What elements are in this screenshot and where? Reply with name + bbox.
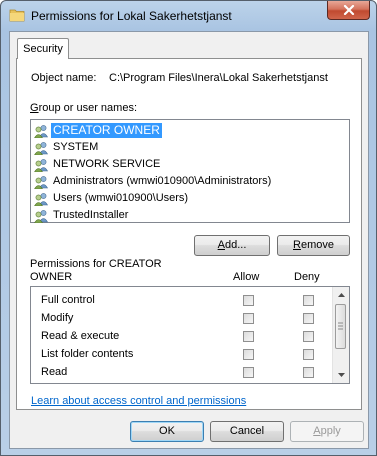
object-name-value: C:\Program Files\Inera\Lokal Sakerhetstj… bbox=[109, 72, 328, 84]
scroll-up-arrow[interactable] bbox=[333, 287, 349, 303]
user-name: CREATOR OWNER bbox=[51, 123, 162, 138]
deny-checkbox[interactable] bbox=[303, 349, 314, 360]
scroll-thumb[interactable] bbox=[335, 304, 346, 349]
deny-column-header: Deny bbox=[294, 271, 320, 283]
permission-name: Modify bbox=[41, 312, 74, 324]
chevron-up-icon bbox=[337, 293, 345, 297]
dialog-body: Security Object name: C:\Program Files\I… bbox=[9, 31, 369, 449]
ok-button[interactable]: OK bbox=[130, 421, 204, 442]
user-name: SYSTEM bbox=[53, 141, 99, 153]
user-list-item[interactable]: NETWORK SERVICE bbox=[33, 156, 347, 173]
learn-access-control-link[interactable]: Learn about access control and permissio… bbox=[31, 395, 246, 407]
allow-checkbox[interactable] bbox=[243, 367, 254, 378]
permissions-dialog: Permissions for Lokal Sakerhetstjanst Se… bbox=[0, 0, 377, 456]
user-name: Users (wmwi010900\Users) bbox=[53, 192, 189, 204]
user-list-item[interactable]: Administrators (wmwi010900\Administrator… bbox=[33, 173, 347, 190]
permission-name: List folder contents bbox=[41, 348, 134, 360]
deny-checkbox[interactable] bbox=[303, 313, 314, 324]
permissions-scrollbar[interactable] bbox=[332, 287, 349, 383]
user-list-item[interactable]: TrustedInstaller bbox=[33, 207, 347, 224]
user-group-icon bbox=[34, 175, 49, 189]
group-user-label: Group or user names: bbox=[30, 102, 137, 114]
allow-checkbox[interactable] bbox=[243, 331, 254, 342]
tab-security[interactable]: Security bbox=[17, 38, 69, 59]
user-name: Administrators (wmwi010900\Administrator… bbox=[53, 175, 272, 187]
permission-row: Modify bbox=[31, 310, 331, 328]
user-list-item[interactable]: CREATOR OWNER bbox=[33, 122, 347, 139]
close-button[interactable] bbox=[327, 1, 370, 20]
permission-row-partial bbox=[31, 382, 331, 383]
remove-button[interactable]: Remove bbox=[277, 235, 350, 256]
add-button[interactable]: Add... bbox=[194, 235, 270, 256]
user-group-icon bbox=[34, 192, 49, 206]
permission-name: Read & execute bbox=[41, 330, 120, 342]
grip-icon bbox=[338, 322, 343, 330]
allow-checkbox[interactable] bbox=[243, 349, 254, 360]
deny-checkbox[interactable] bbox=[303, 295, 314, 306]
permission-row: Full control bbox=[31, 292, 331, 310]
permissions-for-label-line2: OWNER bbox=[30, 271, 73, 283]
permission-name: Full control bbox=[41, 294, 95, 306]
apply-button[interactable]: Apply bbox=[290, 421, 364, 442]
scroll-down-arrow[interactable] bbox=[333, 367, 349, 383]
user-list-item[interactable]: Users (wmwi010900\Users) bbox=[33, 190, 347, 207]
user-group-icon bbox=[34, 124, 49, 138]
user-name: NETWORK SERVICE bbox=[53, 158, 161, 170]
user-name: TrustedInstaller bbox=[53, 209, 129, 221]
allow-checkbox[interactable] bbox=[243, 313, 254, 324]
object-name-label: Object name: bbox=[31, 72, 97, 84]
permissions-list[interactable]: Full control Modify Read & execute List fol… bbox=[30, 286, 350, 384]
allow-column-header: Allow bbox=[233, 271, 260, 283]
user-group-icon bbox=[34, 158, 49, 172]
user-list-item[interactable]: SYSTEM bbox=[33, 139, 347, 156]
allow-checkbox[interactable] bbox=[243, 295, 254, 306]
close-icon bbox=[343, 5, 354, 15]
security-panel: Object name: C:\Program Files\Inera\Loka… bbox=[16, 58, 362, 410]
user-group-icon bbox=[34, 209, 49, 223]
deny-checkbox[interactable] bbox=[303, 367, 314, 378]
folder-icon bbox=[9, 9, 25, 22]
permissions-for-label-line1: Permissions for CREATOR bbox=[30, 258, 162, 270]
permission-row: Read bbox=[31, 364, 331, 382]
user-group-icon bbox=[34, 141, 49, 155]
chevron-down-icon bbox=[337, 373, 345, 377]
permission-row: Read & execute bbox=[31, 328, 331, 346]
window-title: Permissions for Lokal Sakerhetstjanst bbox=[31, 9, 232, 23]
deny-checkbox[interactable] bbox=[303, 331, 314, 342]
cancel-button[interactable]: Cancel bbox=[210, 421, 284, 442]
title-bar[interactable]: Permissions for Lokal Sakerhetstjanst bbox=[1, 1, 376, 31]
permission-row: List folder contents bbox=[31, 346, 331, 364]
permission-name: Read bbox=[41, 366, 68, 378]
user-list[interactable]: CREATOR OWNER SYSTEM NETWORK SERVICE Admini… bbox=[30, 119, 350, 223]
